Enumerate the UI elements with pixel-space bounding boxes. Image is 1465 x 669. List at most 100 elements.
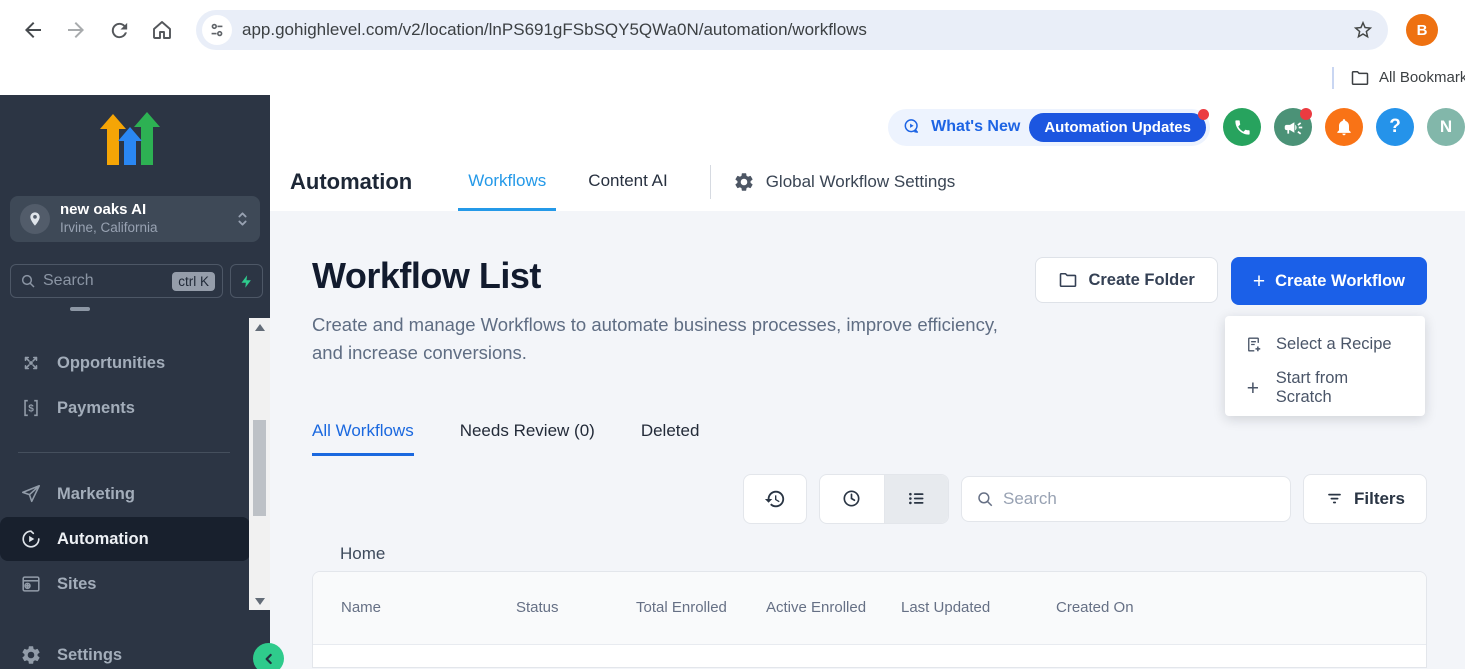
site-settings-icon[interactable] bbox=[202, 15, 232, 45]
column-header-status: Status bbox=[516, 597, 636, 619]
enrollment-history-button[interactable] bbox=[743, 474, 807, 524]
hero-actions: Create Folder + Create Workflow Sele bbox=[1035, 257, 1427, 305]
notifications-button[interactable] bbox=[1325, 108, 1363, 146]
avatar-initial: N bbox=[1440, 117, 1452, 137]
table-header-row: Name Status Total Enrolled Active Enroll… bbox=[313, 572, 1426, 645]
sidebar-search-input[interactable]: ctrl K bbox=[10, 264, 223, 298]
create-folder-label: Create Folder bbox=[1088, 271, 1194, 290]
scroll-up-arrow[interactable] bbox=[249, 318, 270, 336]
content-area: Workflow List Create and manage Workflow… bbox=[270, 211, 1465, 669]
bookmark-star-icon[interactable] bbox=[1352, 19, 1374, 41]
bookmarks-folder-icon bbox=[1350, 68, 1370, 88]
menu-item-select-a-recipe[interactable]: Select a Recipe bbox=[1225, 322, 1425, 366]
sidebar-item-label: Settings bbox=[57, 646, 122, 665]
list-toolbar: Filters bbox=[312, 474, 1427, 524]
view-toggle bbox=[819, 474, 949, 524]
gohighlevel-logo bbox=[99, 112, 161, 170]
global-workflow-settings-label: Global Workflow Settings bbox=[766, 172, 956, 192]
browser-reload-button[interactable] bbox=[102, 13, 136, 47]
automation-icon bbox=[20, 528, 42, 550]
sidebar-item-sites[interactable]: Sites bbox=[0, 562, 250, 606]
recent-view-toggle[interactable] bbox=[820, 475, 885, 523]
user-avatar[interactable]: N bbox=[1427, 108, 1465, 146]
sidebar-search-row: ctrl K bbox=[10, 264, 263, 298]
tab-deleted[interactable]: Deleted bbox=[641, 421, 700, 456]
browser-forward-button[interactable] bbox=[59, 13, 93, 47]
tab-content-ai[interactable]: Content AI bbox=[578, 153, 677, 211]
create-workflow-dropdown: Select a Recipe + Start from Scratch bbox=[1225, 316, 1425, 416]
question-mark-icon: ? bbox=[1389, 116, 1401, 138]
hero-text: Workflow List Create and manage Workflow… bbox=[312, 255, 1012, 367]
notification-dot bbox=[1300, 108, 1312, 120]
account-switcher[interactable]: new oaks AI Irvine, California bbox=[10, 196, 260, 242]
megaphone-icon bbox=[1283, 117, 1304, 138]
whats-new-group[interactable]: What's New Automation Updates bbox=[888, 109, 1210, 146]
tab-workflows[interactable]: Workflows bbox=[458, 153, 556, 211]
filters-button[interactable]: Filters bbox=[1303, 474, 1427, 524]
browser-chrome: app.gohighlevel.com/v2/location/lnPS691g… bbox=[0, 0, 1465, 95]
history-icon bbox=[764, 488, 786, 510]
truncated-menu-item-fragment bbox=[70, 307, 90, 311]
notification-dot bbox=[1198, 109, 1209, 120]
create-workflow-label: Create Workflow bbox=[1275, 272, 1405, 291]
back-arrow-icon bbox=[21, 18, 45, 42]
breadcrumb-home[interactable]: Home bbox=[312, 544, 385, 564]
sidebar-item-payments[interactable]: $ Payments bbox=[0, 386, 250, 430]
browser-profile-avatar[interactable]: B bbox=[1406, 14, 1438, 46]
whats-new-icon bbox=[902, 117, 922, 137]
url-bar[interactable]: app.gohighlevel.com/v2/location/lnPS691g… bbox=[196, 10, 1388, 50]
sidebar-item-label: Payments bbox=[57, 399, 135, 418]
tab-all-workflows[interactable]: All Workflows bbox=[312, 421, 414, 456]
list-view-toggle[interactable] bbox=[885, 475, 949, 523]
browser-home-button[interactable] bbox=[145, 13, 179, 47]
tab-needs-review[interactable]: Needs Review (0) bbox=[460, 421, 595, 456]
page-description: Create and manage Workflows to automate … bbox=[312, 311, 1012, 367]
column-header-created-on: Created On bbox=[1056, 597, 1426, 619]
sidebar-scrollbar[interactable] bbox=[249, 318, 270, 610]
column-header-active-enrolled: Active Enrolled bbox=[766, 597, 901, 619]
search-icon bbox=[20, 273, 36, 289]
all-bookmarks-label[interactable]: All Bookmarks bbox=[1379, 69, 1465, 86]
search-icon bbox=[976, 490, 994, 508]
help-button[interactable]: ? bbox=[1376, 108, 1414, 146]
global-workflow-settings-link[interactable]: Global Workflow Settings bbox=[733, 171, 956, 193]
workflow-search[interactable] bbox=[961, 476, 1291, 522]
menu-item-label: Select a Recipe bbox=[1276, 335, 1392, 354]
announcements-button[interactable] bbox=[1274, 108, 1312, 146]
sidebar-item-opportunities[interactable]: Opportunities bbox=[0, 341, 250, 385]
paper-plane-icon bbox=[20, 483, 42, 505]
url-text: app.gohighlevel.com/v2/location/lnPS691g… bbox=[242, 20, 1352, 40]
opportunities-icon bbox=[20, 352, 42, 374]
phone-button[interactable] bbox=[1223, 108, 1261, 146]
sidebar-item-label: Automation bbox=[57, 530, 149, 549]
page-title: Workflow List bbox=[312, 255, 1012, 297]
hero-row: Workflow List Create and manage Workflow… bbox=[312, 255, 1427, 367]
sidebar-item-marketing[interactable]: Marketing bbox=[0, 472, 250, 516]
recipe-document-icon bbox=[1243, 335, 1263, 354]
browser-back-button[interactable] bbox=[16, 13, 50, 47]
filter-icon bbox=[1325, 489, 1344, 508]
sidebar-item-automation[interactable]: Automation bbox=[0, 517, 250, 561]
chevron-up-down-icon bbox=[235, 210, 250, 228]
header-icon-row: What's New Automation Updates bbox=[888, 108, 1465, 146]
app-frame: new oaks AI Irvine, California ctrl K bbox=[0, 95, 1465, 669]
workflow-search-field[interactable] bbox=[1003, 489, 1276, 509]
account-name: new oaks AI bbox=[60, 201, 158, 220]
phone-icon bbox=[1233, 118, 1252, 137]
main-area: What's New Automation Updates bbox=[270, 95, 1465, 669]
scroll-down-arrow[interactable] bbox=[249, 592, 270, 610]
sidebar-collapse-button[interactable] bbox=[253, 643, 284, 669]
whats-new-label[interactable]: What's New bbox=[931, 118, 1020, 136]
create-workflow-button[interactable]: + Create Workflow bbox=[1231, 257, 1427, 305]
plus-icon: + bbox=[1253, 271, 1265, 292]
browser-toolbar: app.gohighlevel.com/v2/location/lnPS691g… bbox=[0, 0, 1465, 60]
quick-actions-button[interactable] bbox=[230, 264, 263, 298]
create-folder-button[interactable]: Create Folder bbox=[1035, 257, 1217, 303]
sidebar-search-field[interactable] bbox=[43, 272, 143, 290]
sidebar-item-label: Opportunities bbox=[57, 354, 165, 373]
scrollbar-thumb[interactable] bbox=[253, 420, 266, 516]
menu-item-start-from-scratch[interactable]: + Start from Scratch bbox=[1225, 366, 1425, 410]
automation-updates-pill[interactable]: Automation Updates bbox=[1029, 113, 1206, 142]
sidebar-item-label: Marketing bbox=[57, 485, 135, 504]
sidebar-item-settings[interactable]: Settings bbox=[0, 633, 250, 669]
